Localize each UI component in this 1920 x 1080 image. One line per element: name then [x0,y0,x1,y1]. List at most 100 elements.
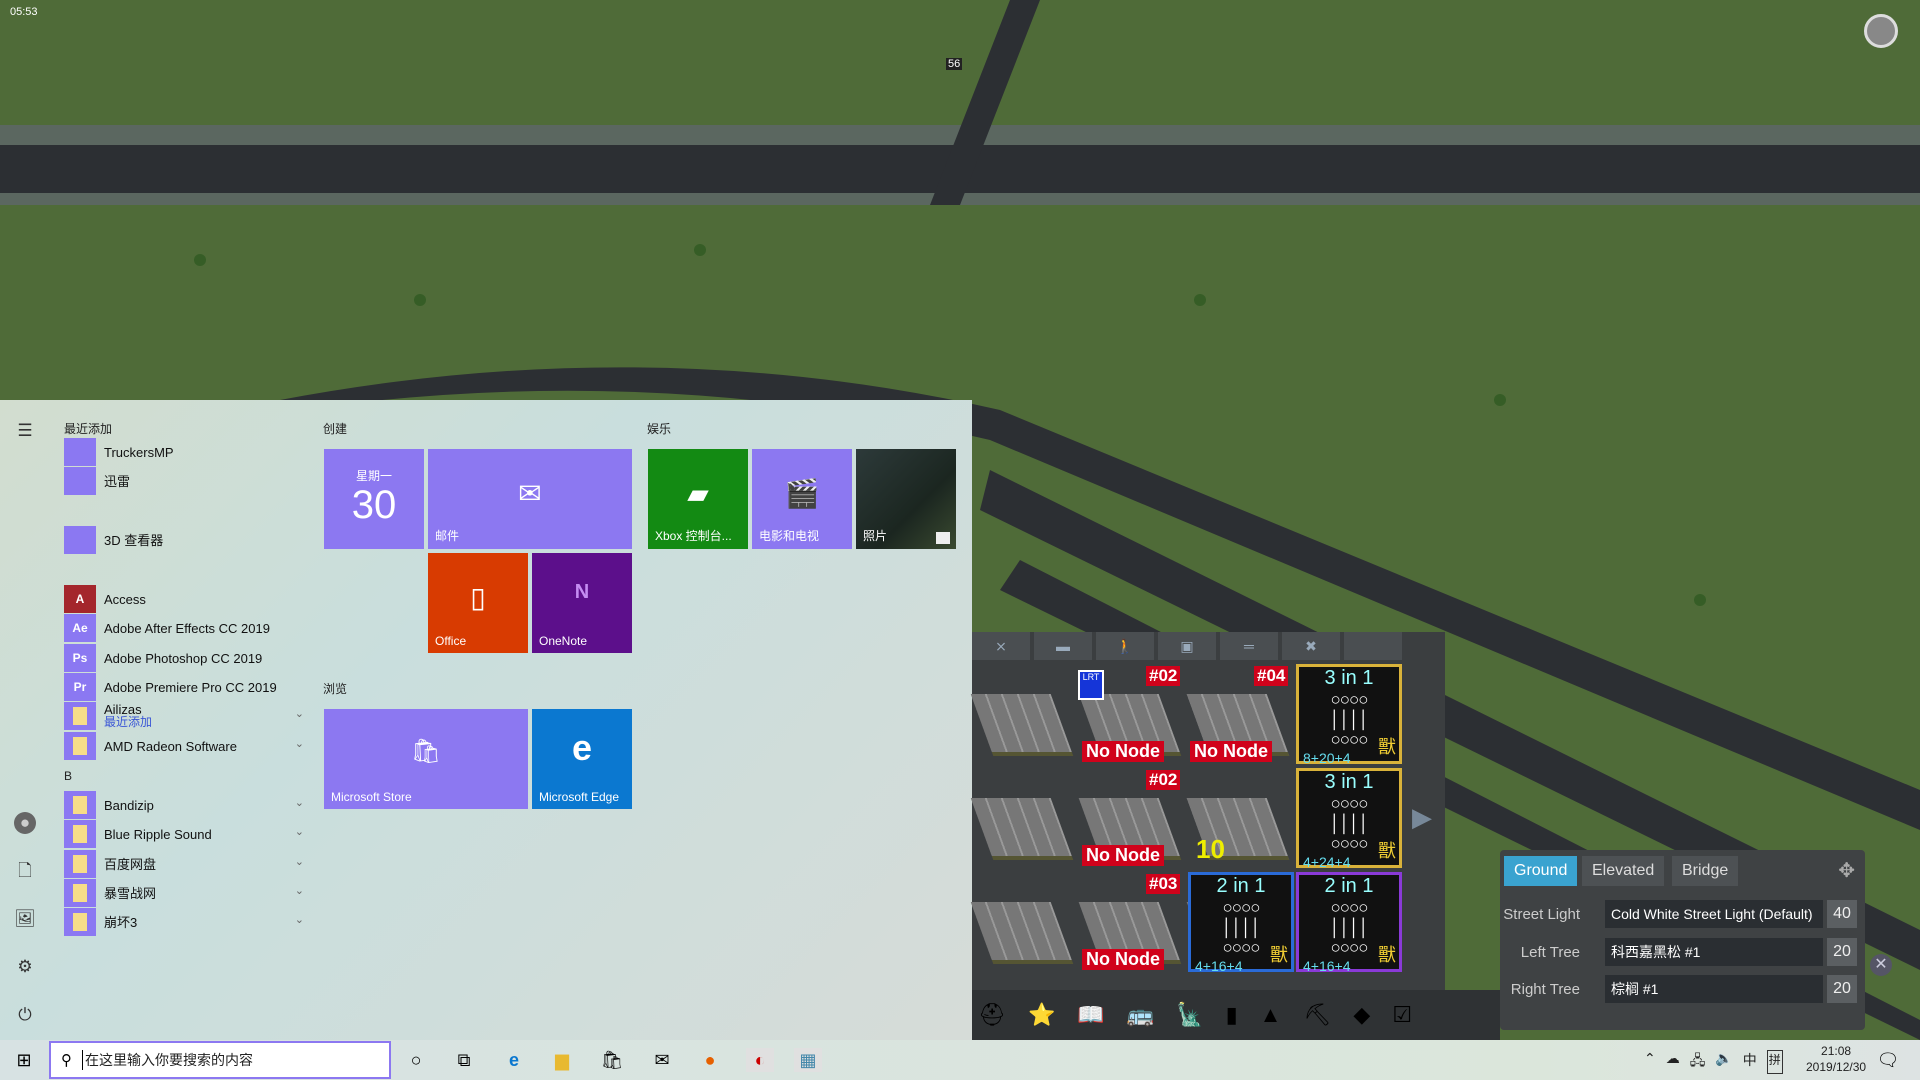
app-list-item[interactable]: A Access [64,584,304,614]
tab-empty[interactable] [1344,632,1404,660]
calendar-day: 30 [351,483,397,527]
right-tree-spacing-input[interactable]: 20 [1827,975,1857,1003]
expand-chevron-icon[interactable]: ⌄ [295,825,304,838]
app-list-item[interactable]: AMD Radeon Software ⌄ [64,731,304,761]
eraser-icon[interactable]: ◆ [1353,1002,1370,1028]
hamburger-menu-icon[interactable]: ☰ [14,420,36,442]
road-asset-item[interactable] [970,872,1077,972]
left-tree-spacing-input[interactable]: 20 [1827,938,1857,966]
app-list-item[interactable]: Pr Adobe Premiere Pro CC 2019 [64,672,304,702]
street-light-spacing-input[interactable]: 40 [1827,900,1857,928]
app-list-item[interactable]: Bandizip ⌄ [64,790,304,820]
education-book-icon[interactable]: 📖 [1077,1002,1104,1028]
expand-chevron-icon[interactable]: ⌄ [295,707,304,720]
network-icon[interactable]: 🖧 [1690,1050,1706,1074]
documents-icon[interactable]: 🗋 [14,860,36,882]
tile-movies[interactable]: 🎬 电影和电视 [752,449,852,549]
left-tree-dropdown[interactable]: 科西嘉黑松 #1 [1605,938,1823,966]
app-list-item[interactable]: 3D 查看器 [64,525,304,555]
move-handle-icon[interactable]: ✥ [1838,858,1855,883]
store-taskbar-icon[interactable]: 🛍 [598,1048,626,1072]
app-list-item[interactable]: 暴雪战网 ⌄ [64,878,304,908]
app-list-item[interactable]: Ae Adobe After Effects CC 2019 [64,613,304,643]
tile-mail[interactable]: ✉ 邮件 [428,449,632,549]
app-list-item[interactable]: Ailizas 最近添加 ⌄ [64,701,304,731]
police-icon[interactable]: ⛑ [978,1002,1006,1028]
tab-vehicle-icon[interactable]: ▣ [1158,632,1218,660]
edge-taskbar-icon[interactable]: e [500,1048,528,1072]
street-light-dropdown[interactable]: Cold White Street Light (Default) [1605,900,1823,928]
settings-icon[interactable]: ⚙ [14,956,36,978]
firefox-icon[interactable]: ● [696,1048,724,1072]
ime-language[interactable]: 中 [1743,1050,1757,1074]
road-pack-card[interactable]: 3 in 1 ○○○○ ││││ ○○○○ 8+20+4 獸 [1296,664,1402,766]
road-asset-item[interactable] [970,768,1077,868]
tab-bus-icon[interactable]: ▬ [1034,632,1094,660]
tab-tools-icon[interactable]: ✖ [1282,632,1342,660]
shovel-icon[interactable]: ⛏ [1303,1002,1331,1028]
right-tree-dropdown[interactable]: 棕榈 #1 [1605,975,1823,1003]
tab-bridge-icon[interactable]: ═ [1220,632,1280,660]
pyramid-icon[interactable]: ▲ [1260,1002,1282,1028]
action-center-icon[interactable]: 🗨 [1874,1048,1902,1072]
task-view-icon[interactable]: ⧉ [450,1048,478,1072]
cube-icon [64,526,96,554]
tile-edge[interactable]: e Microsoft Edge [532,709,632,809]
app-list-item[interactable]: TruckersMP [64,437,304,467]
app-list-item[interactable]: Blue Ripple Sound ⌄ [64,819,304,849]
folder-icon [64,791,96,819]
settings-gear-icon[interactable] [1864,14,1898,48]
bus-icon[interactable]: 🚌 [1127,1002,1154,1028]
cities-skylines-icon[interactable]: ▦ [794,1048,822,1072]
tile-onenote[interactable]: N OneNote [532,553,632,653]
expand-chevron-icon[interactable]: ⌄ [295,884,304,897]
checkbox-icon[interactable]: ☑ [1392,1002,1412,1028]
tile-photos[interactable]: 照片 [856,449,956,549]
road-pack-card[interactable]: 2 in 1 ○○○○ ││││ ○○○○ 4+16+4 獸 [1296,872,1402,974]
windows-start-icon[interactable]: ⊞ [10,1048,38,1072]
user-avatar-icon[interactable]: ● [14,812,36,834]
road-pack-card[interactable]: 3 in 1 ○○○○ ││││ ○○○○ 4+24+4 獸 [1296,768,1402,870]
tile-store[interactable]: 🛍 Microsoft Store [324,709,528,809]
show-hidden-icons-chevron-icon[interactable]: ⌃ [1644,1050,1656,1074]
search-box[interactable]: ⚲ 在这里输入你要搜索的内容 [49,1041,391,1079]
tab-pedestrian-icon[interactable]: 🚶 [1096,632,1156,660]
power-icon[interactable]: ⏻ [14,1004,36,1026]
tile-office[interactable]: ▯ Office [428,553,528,653]
app-list-item[interactable]: 崩坏3 ⌄ [64,907,304,937]
road-pack-card[interactable]: 2 in 1 ○○○○ ││││ ○○○○ 4+16+4 獸 [1188,872,1294,974]
app-red-icon[interactable]: ◐ [746,1048,774,1072]
clock[interactable]: 21:08 2019/12/30 [1806,1043,1866,1075]
folder-icon [64,850,96,878]
tab-roads-icon[interactable]: ⨯ [972,632,1032,660]
road-asset-item[interactable] [970,664,1077,764]
lrt-icon: LRT [1078,670,1104,700]
onedrive-cloud-icon[interactable]: ☁ [1666,1050,1680,1074]
app-list-item[interactable]: 百度网盘 ⌄ [64,849,304,879]
file-explorer-icon[interactable]: ▆ [548,1048,576,1072]
expand-chevron-icon[interactable]: ⌄ [295,737,304,750]
tab-ground[interactable]: Ground [1504,856,1578,886]
ime-mode[interactable]: 拼 [1766,1050,1783,1074]
tower-icon[interactable]: ▮ [1226,1002,1238,1028]
tab-bridge[interactable]: Bridge [1672,856,1739,886]
expand-chevron-icon[interactable]: ⌄ [295,796,304,809]
next-page-arrow-icon[interactable]: ▶ [1412,802,1432,833]
app-list-item[interactable]: Ps Adobe Photoshop CC 2019 [64,643,304,673]
cortana-icon[interactable]: ○ [402,1048,430,1072]
monument-icon[interactable]: 🗽 [1176,1002,1203,1028]
store-bag-icon: 🛍 [410,738,442,765]
tile-calendar[interactable]: 星期一 30 [324,449,424,549]
volume-icon[interactable]: 🔈 [1715,1050,1732,1074]
mail-taskbar-icon[interactable]: ✉ [648,1048,676,1072]
expand-chevron-icon[interactable]: ⌄ [295,855,304,868]
pictures-icon[interactable]: 🖼 [14,908,36,930]
app-list-item[interactable]: 迅雷 [64,466,304,496]
badge-icon[interactable]: ⭐ [1028,1002,1055,1028]
row-label: Right Tree [1510,981,1580,998]
close-panel-icon[interactable]: ✕ [1870,954,1892,976]
tile-xbox[interactable]: ▰ Xbox 控制台... [648,449,748,549]
tile-label: 邮件 [435,529,460,543]
tab-elevated[interactable]: Elevated [1582,856,1665,886]
expand-chevron-icon[interactable]: ⌄ [295,913,304,926]
